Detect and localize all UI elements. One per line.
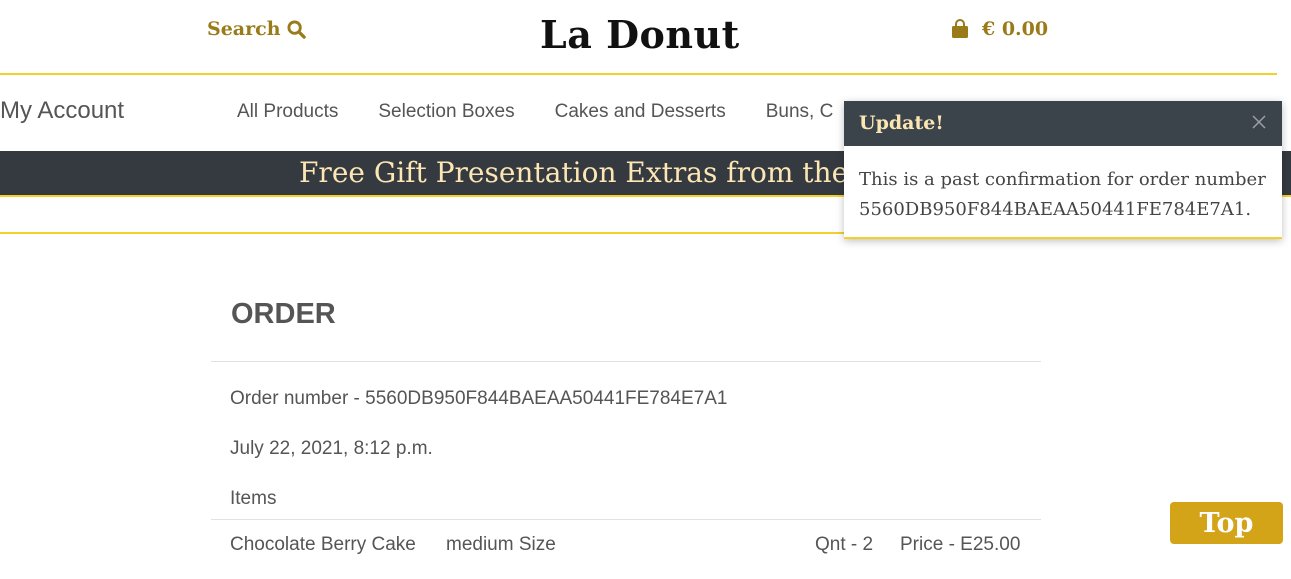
divider xyxy=(211,361,1041,362)
my-account-link[interactable]: My Account xyxy=(0,97,124,125)
update-toast: Update! This is a past confirmation for … xyxy=(844,101,1282,239)
search-label: Search xyxy=(207,18,281,40)
shopping-bag-icon xyxy=(952,19,968,38)
item-size: medium Size xyxy=(446,534,556,555)
cart-link[interactable]: € 0.00 xyxy=(950,18,1048,40)
nav-item-cakes-desserts[interactable]: Cakes and Desserts xyxy=(555,101,726,123)
item-name: Chocolate Berry Cake xyxy=(230,534,416,555)
search-link[interactable]: Search xyxy=(207,18,306,40)
order-date: July 22, 2021, 8:12 p.m. xyxy=(230,438,433,459)
order-number: Order number - 5560DB950F844BAEAA50441FE… xyxy=(230,388,728,409)
main-nav: All Products Selection Boxes Cakes and D… xyxy=(237,101,833,123)
close-icon[interactable] xyxy=(1250,113,1268,131)
divider xyxy=(211,519,1041,520)
nav-item-selection-boxes[interactable]: Selection Boxes xyxy=(378,101,514,123)
page-title: ORDER xyxy=(231,298,336,330)
header-divider xyxy=(0,73,1277,75)
brand-logo[interactable]: La Donut xyxy=(540,12,740,57)
toast-title: Update! xyxy=(859,112,944,134)
site-header: Search La Donut € 0.00 xyxy=(0,0,1291,76)
item-price: Price - E25.00 xyxy=(900,534,1021,555)
items-heading: Items xyxy=(230,488,277,509)
promo-banner-text: Free Gift Presentation Extras from the C xyxy=(299,156,879,189)
nav-item-all-products[interactable]: All Products xyxy=(237,101,338,123)
toast-message: This is a past confirmation for order nu… xyxy=(859,169,1266,220)
back-to-top-button[interactable]: Top xyxy=(1170,502,1283,544)
cart-total: € 0.00 xyxy=(982,18,1049,40)
search-icon xyxy=(286,19,306,39)
toast-header: Update! xyxy=(844,101,1282,146)
item-quantity: Qnt - 2 xyxy=(815,534,874,555)
nav-item-buns[interactable]: Buns, C xyxy=(766,101,834,123)
